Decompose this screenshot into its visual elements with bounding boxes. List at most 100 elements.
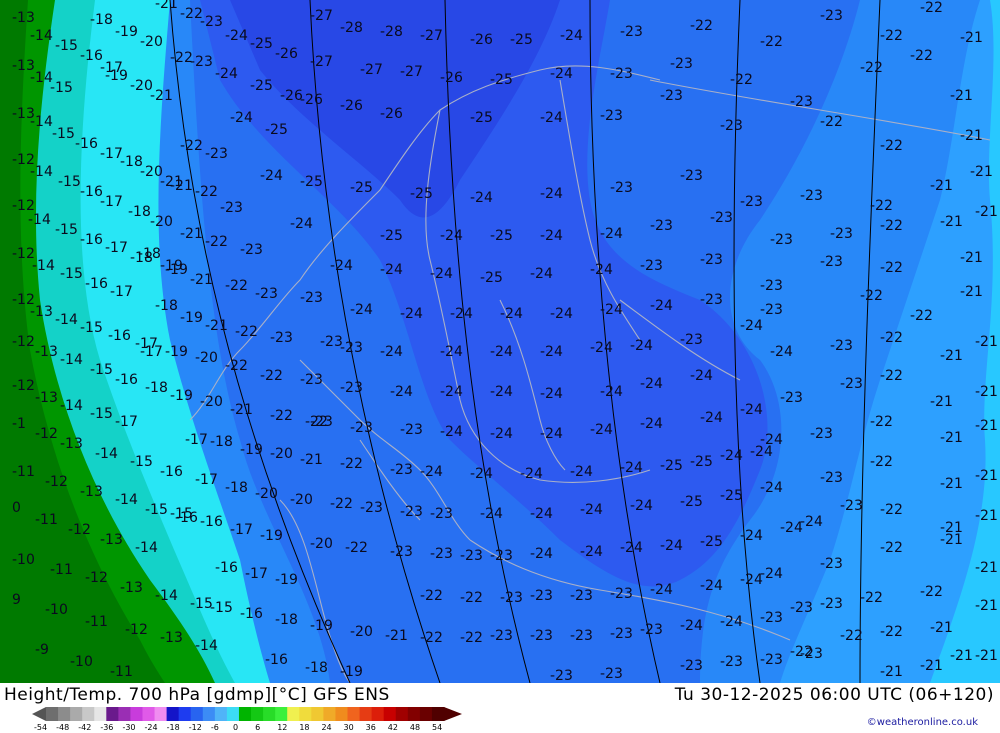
isotherm-label: -24 xyxy=(450,306,473,322)
isotherm-label: -23 xyxy=(840,376,863,392)
isotherm-label: -21 xyxy=(950,88,973,104)
isotherm-label: -23 xyxy=(660,88,683,104)
isotherm-label: -15 xyxy=(50,80,73,96)
credit-link[interactable]: ©weatheronline.co.uk xyxy=(867,717,978,728)
isotherm-label: -23 xyxy=(200,14,223,30)
isotherm-label: -23 xyxy=(500,590,523,606)
legend-tick: 54 xyxy=(432,723,443,732)
isotherm-label: -23 xyxy=(640,258,663,274)
isotherm-label: -22 xyxy=(345,540,368,556)
isotherm-label: -13 xyxy=(60,436,83,452)
isotherm-label: -10 xyxy=(12,552,35,568)
isotherm-label: -24 xyxy=(500,306,523,322)
isotherm-label: -18 xyxy=(275,612,298,628)
isotherm-label: -12 xyxy=(12,334,35,350)
isotherm-label: 0 xyxy=(12,500,21,516)
isotherm-label: -15 xyxy=(170,506,193,522)
isotherm-label: -22 xyxy=(205,234,228,250)
isotherm-label: -23 xyxy=(760,278,783,294)
isotherm-label: -24 xyxy=(720,448,743,464)
isotherm-label: -24 xyxy=(260,168,283,184)
isotherm-label: -17 xyxy=(245,566,268,582)
isotherm-label: -27 xyxy=(310,54,333,70)
legend-swatch xyxy=(142,707,156,721)
isotherm-label: -14 xyxy=(60,352,83,368)
isotherm-label: -24 xyxy=(550,66,573,82)
isotherm-label: -23 xyxy=(490,548,513,564)
isotherm-label: -24 xyxy=(530,506,553,522)
isotherm-label: -23 xyxy=(780,390,803,406)
isotherm-label: -14 xyxy=(32,258,55,274)
legend-swatch xyxy=(118,707,131,721)
isotherm-label: -19 xyxy=(165,344,188,360)
isotherm-label: -26 xyxy=(275,46,298,62)
isotherm-label: -24 xyxy=(540,426,563,442)
isotherm-label: -23 xyxy=(220,200,243,216)
legend-tick: -30 xyxy=(122,723,136,732)
isotherm-label: -15 xyxy=(80,320,103,336)
isotherm-label: -23 xyxy=(620,24,643,40)
isotherm-label: -21 xyxy=(940,348,963,364)
isotherm-label: -20 xyxy=(150,214,173,230)
isotherm-label: -22 xyxy=(870,454,893,470)
legend-tick: 12 xyxy=(277,723,288,732)
isotherm-label: -22 xyxy=(225,358,248,374)
isotherm-label: -23 xyxy=(350,420,373,436)
isotherm-label: -24 xyxy=(630,338,653,354)
legend-swatch xyxy=(130,707,143,721)
isotherm-label: -27 xyxy=(360,62,383,78)
isotherm-label: -21 xyxy=(975,384,998,400)
isotherm-label: -22 xyxy=(920,584,943,600)
isotherm-label: -26 xyxy=(440,70,463,86)
isotherm-label: -22 xyxy=(225,278,248,294)
legend-tick: -48 xyxy=(56,723,70,732)
isotherm-label: -27 xyxy=(310,8,333,24)
isotherm-label: -25 xyxy=(470,110,493,126)
isotherm-label: -23 xyxy=(530,628,553,644)
isotherm-label: -23 xyxy=(300,372,323,388)
isotherm-label: -22 xyxy=(880,624,903,640)
isotherm-label: -25 xyxy=(410,186,433,202)
isotherm-label: -22 xyxy=(195,184,218,200)
isotherm-label: -11 xyxy=(12,464,35,480)
footer: Height/Temp. 700 hPa [gdmp][°C] GFS ENS … xyxy=(0,683,1000,733)
isotherm-label: -22 xyxy=(860,60,883,76)
isotherm-label: -24 xyxy=(560,28,583,44)
isotherm-label: -17 xyxy=(230,522,253,538)
isotherm-label: -12 xyxy=(12,378,35,394)
isotherm-label: -23 xyxy=(430,546,453,562)
isotherm-label: -24 xyxy=(770,344,793,360)
isotherm-label: -24 xyxy=(760,566,783,582)
isotherm-label: -18 xyxy=(145,380,168,396)
isotherm-label: -23 xyxy=(240,242,263,258)
isotherm-label: -23 xyxy=(720,654,743,670)
isotherm-label: -23 xyxy=(340,340,363,356)
isotherm-label: -22 xyxy=(880,218,903,234)
isotherm-label: -23 xyxy=(360,500,383,516)
isotherm-label: -24 xyxy=(740,528,763,544)
isotherm-label: -16 xyxy=(160,464,183,480)
isotherm-label: -23 xyxy=(205,146,228,162)
isotherm-label: -21 xyxy=(950,648,973,664)
legend-swatch xyxy=(58,707,71,721)
valid-time: Tu 30-12-2025 06:00 UTC (06+120) xyxy=(674,685,994,705)
isotherm-label: -24 xyxy=(380,262,403,278)
isotherm-label: -23 xyxy=(740,194,763,210)
isotherm-label: -22 xyxy=(760,34,783,50)
isotherm-label: -23 xyxy=(550,668,573,683)
isotherm-label: -23 xyxy=(670,56,693,72)
legend-swatch xyxy=(214,707,228,721)
isotherm-label: -21 xyxy=(385,628,408,644)
isotherm-label: -24 xyxy=(720,614,743,630)
isotherm-label: -21 xyxy=(960,30,983,46)
isotherm-label: -24 xyxy=(740,572,763,588)
isotherm-label: -22 xyxy=(420,588,443,604)
isotherm-label: -24 xyxy=(650,582,673,598)
legend-tick: 0 xyxy=(233,723,239,732)
isotherm-label: -16 xyxy=(75,136,98,152)
color-scale-legend xyxy=(32,707,462,721)
isotherm-label: -20 xyxy=(310,536,333,552)
legend-swatch xyxy=(190,707,204,721)
isotherm-label: -24 xyxy=(640,416,663,432)
isotherm-label: -25 xyxy=(250,36,273,52)
